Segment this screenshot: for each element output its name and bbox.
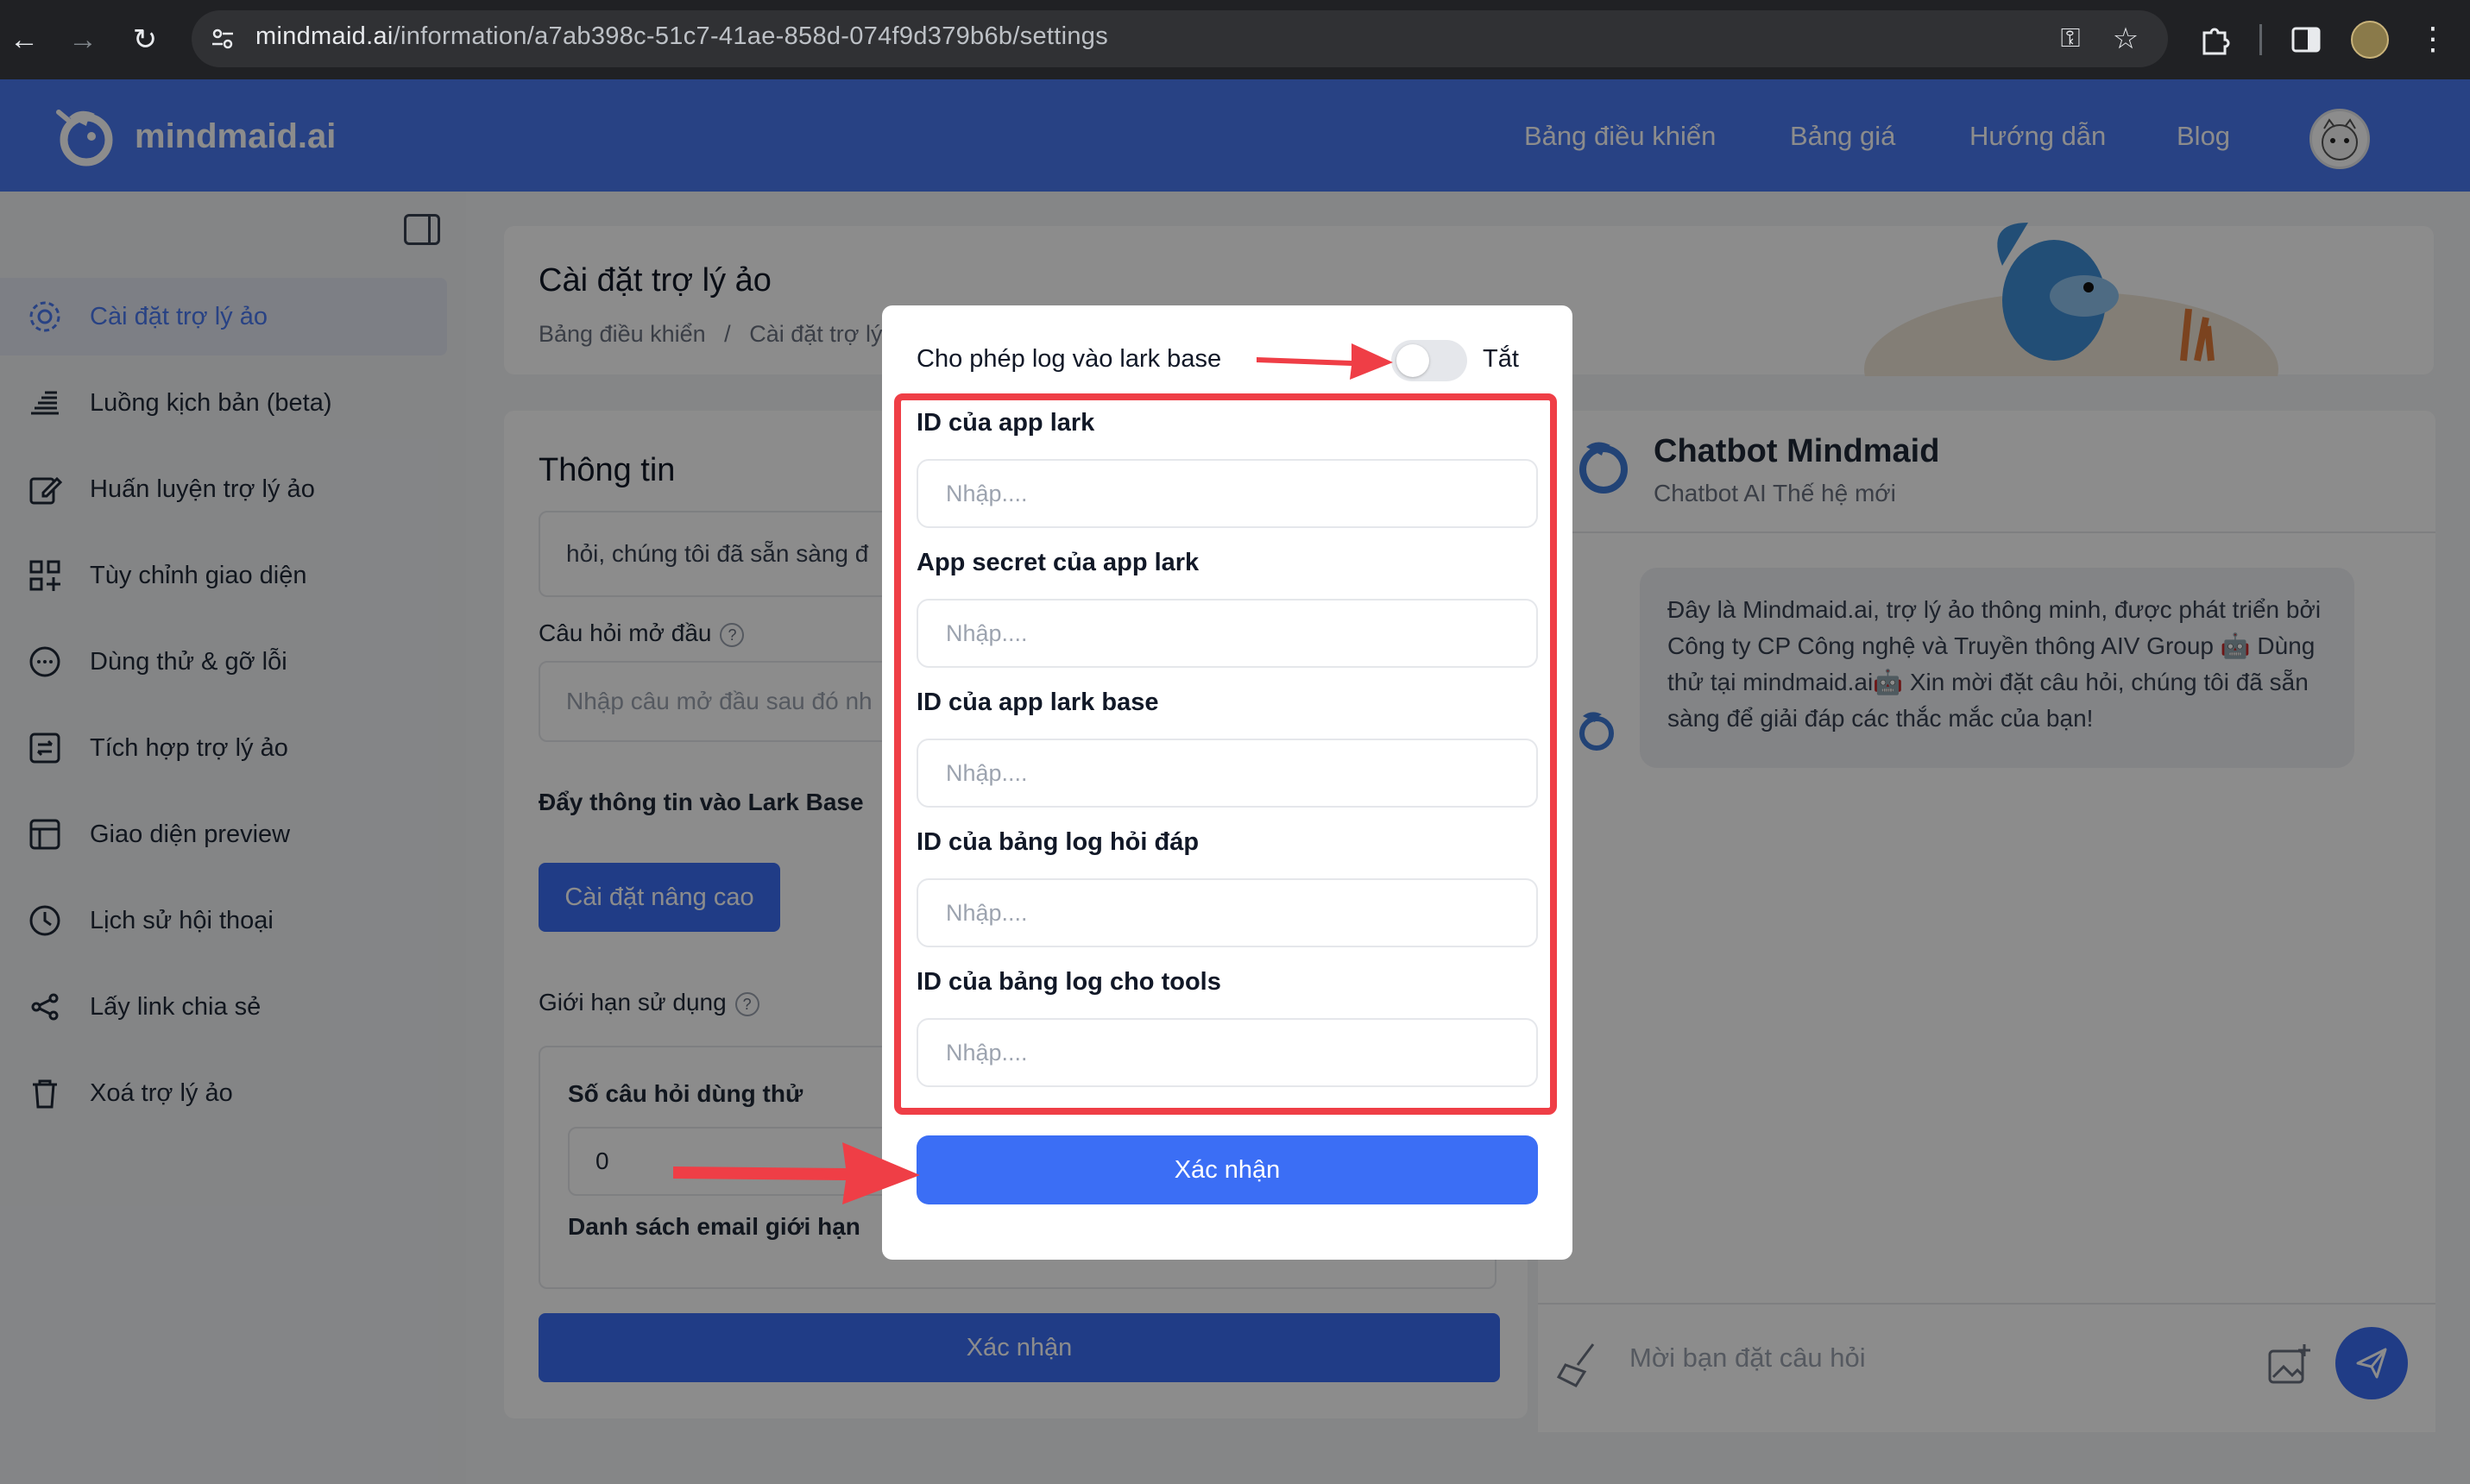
field-label-app-secret: App secret của app lark	[917, 549, 1200, 576]
modal-confirm-button[interactable]: Xác nhận	[917, 1135, 1538, 1204]
field-label-tools-table-id: ID của bảng log cho tools	[917, 968, 1221, 996]
field-label-base-id: ID của app lark base	[917, 689, 1159, 716]
tools-table-id-input[interactable]: Nhập....	[917, 1018, 1538, 1087]
url-text[interactable]: mindmaid.ai/information/a7ab398c-51c7-41…	[255, 22, 1108, 51]
toggle-state-label: Tắt	[1483, 345, 1519, 373]
field-label-app-id: ID của app lark	[917, 409, 1095, 437]
app-id-input[interactable]: Nhập....	[917, 459, 1538, 528]
back-arrow-icon[interactable]: ←	[5, 21, 43, 59]
log-toggle-label: Cho phép log vào lark base	[917, 345, 1222, 373]
profile-avatar-icon[interactable]	[2351, 21, 2389, 59]
base-id-input[interactable]: Nhập....	[917, 739, 1538, 808]
toggle-knob	[1396, 344, 1429, 377]
reload-icon[interactable]: ↻	[126, 21, 164, 59]
key-icon[interactable]: ⚿	[2051, 19, 2090, 59]
qa-table-id-input[interactable]: Nhập....	[917, 878, 1538, 947]
toolbar-divider	[2259, 24, 2262, 55]
side-panel-icon[interactable]	[2290, 24, 2322, 55]
forward-arrow-icon[interactable]: →	[64, 21, 102, 59]
app-secret-input[interactable]: Nhập....	[917, 599, 1538, 668]
extensions-icon[interactable]	[2197, 22, 2232, 57]
field-label-qa-table-id: ID của bảng log hỏi đáp	[917, 828, 1200, 856]
log-toggle-switch[interactable]	[1391, 340, 1467, 381]
lark-settings-modal: Cho phép log vào lark base Tắt ID của ap…	[882, 305, 1572, 1260]
arrow-to-toggle-icon	[1257, 343, 1393, 380]
site-settings-icon[interactable]	[209, 25, 236, 53]
star-icon[interactable]: ☆	[2106, 19, 2145, 59]
more-menu-icon[interactable]: ⋮	[2413, 19, 2453, 59]
arrow-to-confirm-icon	[673, 1142, 920, 1204]
browser-toolbar: ← → ↻ mindmaid.ai/information/a7ab398c-5…	[0, 0, 2470, 79]
